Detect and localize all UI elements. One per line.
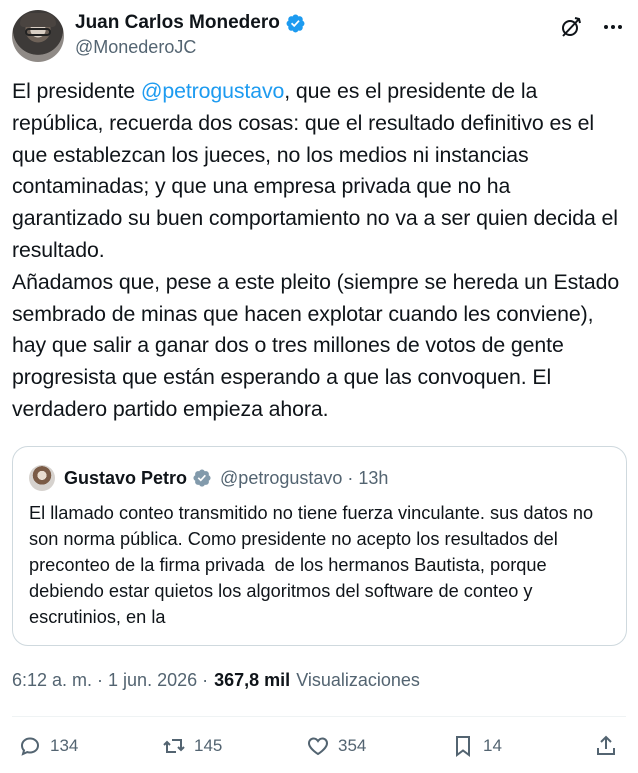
avatar-glasses [25, 28, 51, 36]
quoted-tweet-text: El llamado conteo transmitido no tiene f… [29, 503, 599, 627]
bookmark-count: 14 [483, 736, 502, 755]
reply-icon [20, 737, 40, 756]
avatar-hair [20, 13, 56, 27]
timestamp[interactable]: 6:12 a. m. · 1 jun. 2026 · [12, 670, 208, 691]
tweet-header: Juan Carlos Monedero @MonederoJC [12, 8, 626, 64]
like-count: 354 [338, 736, 367, 755]
repost-button[interactable]: 145 [162, 734, 222, 758]
mention-link[interactable]: @petrogustavo [141, 79, 285, 103]
action-bar: 134 145 354 14 [14, 734, 626, 764]
grok-icon[interactable] [558, 14, 584, 40]
quoted-tweet-header: Gustavo Petro @petrogustavo · 13h [29, 465, 388, 491]
views-label: Visualizaciones [296, 670, 420, 690]
tweet-meta: 6:12 a. m. · 1 jun. 2026 · 367,8 mil Vis… [12, 670, 420, 691]
reply-button[interactable]: 134 [18, 734, 78, 758]
repost-count: 145 [194, 736, 223, 755]
quoted-avatar [29, 465, 55, 491]
quoted-display-name: Gustavo Petro [64, 467, 188, 488]
share-icon [597, 735, 615, 755]
views-count: 367,8 mil [214, 670, 291, 690]
share-button[interactable] [594, 734, 618, 758]
avatar[interactable] [12, 10, 64, 62]
repost-icon [163, 739, 185, 753]
bookmark-icon [456, 736, 470, 757]
tweet-text-body: , que es el presidente de la república, … [12, 79, 620, 421]
more-icon[interactable] [600, 14, 626, 40]
author-handle[interactable]: @MonederoJC [75, 37, 196, 58]
like-button[interactable]: 354 [306, 734, 366, 758]
verified-badge-icon [286, 14, 305, 32]
reply-count: 134 [50, 736, 79, 755]
quoted-handle-time: @petrogustavo · 13h [220, 467, 389, 488]
divider [12, 716, 626, 717]
bookmark-button[interactable]: 14 [451, 734, 502, 758]
heart-icon [308, 737, 328, 756]
quoted-verified-badge-icon [193, 469, 211, 487]
author-display-name[interactable]: Juan Carlos Monedero [75, 12, 280, 34]
quoted-tweet[interactable]: Gustavo Petro @petrogustavo · 13h El lla… [12, 446, 627, 646]
tweet-text-prefix: El presidente [12, 79, 141, 103]
tweet-text: El presidente @petrogustavo, que es el p… [12, 76, 624, 426]
author-name-row[interactable]: Juan Carlos Monedero [75, 12, 306, 34]
